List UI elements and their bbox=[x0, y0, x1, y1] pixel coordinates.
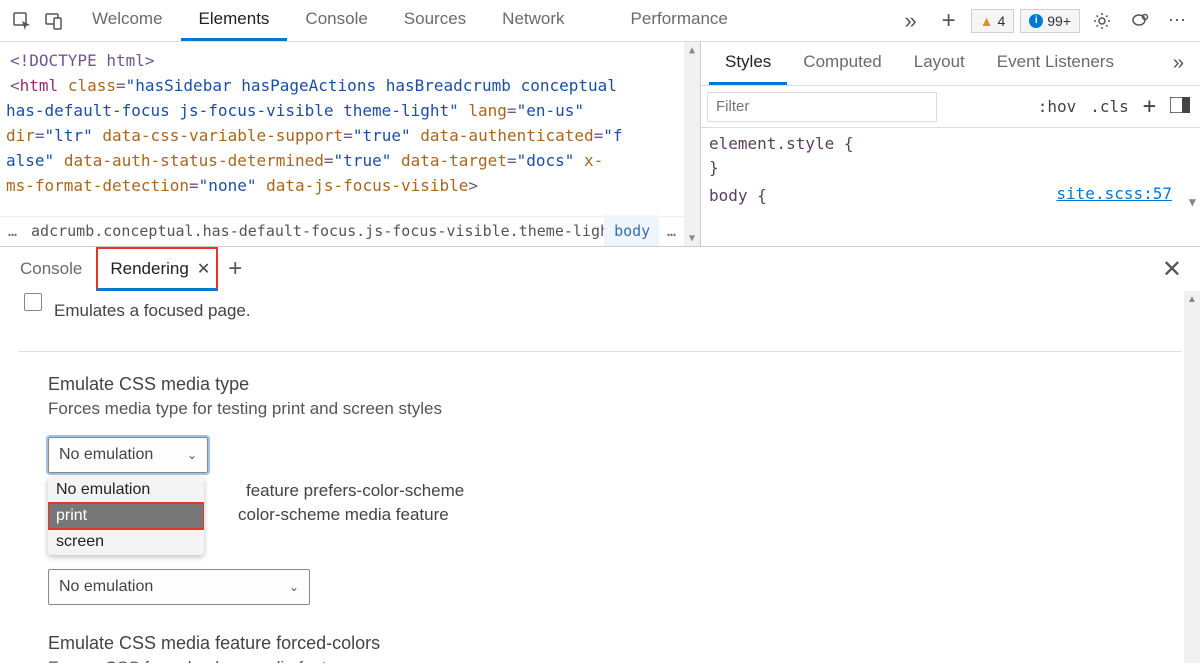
option-print[interactable]: print bbox=[48, 503, 204, 529]
option-no-emulation[interactable]: No emulation bbox=[48, 477, 204, 503]
cls-toggle[interactable]: .cls bbox=[1090, 97, 1129, 116]
main-tabs: Welcome Elements Console Sources Network… bbox=[74, 0, 746, 41]
drawer-tab-rendering[interactable]: Rendering ✕ bbox=[96, 247, 218, 291]
prefers-color-scheme-sub-fragment: color-scheme media feature bbox=[238, 505, 449, 525]
more-tabs-icon[interactable]: » bbox=[895, 5, 927, 37]
warning-count: 4 bbox=[997, 13, 1005, 29]
prefers-color-scheme-title-fragment: feature prefers-color-scheme bbox=[246, 481, 464, 501]
toggle-sidebar-icon[interactable] bbox=[1170, 97, 1190, 117]
chevron-down-icon: ⌄ bbox=[289, 580, 299, 594]
dom-breadcrumb[interactable]: … adcrumb.conceptual.has-default-focus.j… bbox=[0, 216, 684, 246]
tab-layout[interactable]: Layout bbox=[898, 42, 981, 85]
inspect-icon[interactable] bbox=[6, 5, 38, 37]
styles-pane: Styles Computed Layout Event Listeners »… bbox=[700, 42, 1200, 246]
emulate-focus-checkbox[interactable] bbox=[24, 293, 42, 311]
drawer-add-tab-icon[interactable]: + bbox=[218, 255, 252, 283]
settings-icon[interactable] bbox=[1086, 5, 1118, 37]
drawer-tab-console[interactable]: Console bbox=[6, 247, 96, 291]
expand-icon[interactable]: ▼ bbox=[1189, 190, 1196, 214]
add-tab-icon[interactable]: + bbox=[933, 5, 965, 37]
breadcrumb-selected[interactable]: body bbox=[604, 215, 659, 246]
styles-filter-row: :hov .cls + bbox=[701, 86, 1200, 128]
doctype: <!DOCTYPE html> bbox=[10, 51, 155, 70]
media-type-select[interactable]: No emulation ⌄ bbox=[48, 437, 208, 473]
tab-elements[interactable]: Elements bbox=[181, 0, 288, 41]
more-icon[interactable]: ⋯ bbox=[1162, 5, 1194, 37]
rendering-panel: Emulates a focused page. Emulate CSS med… bbox=[0, 291, 1200, 663]
style-line: } bbox=[709, 156, 1192, 180]
warning-icon: ▲ bbox=[980, 13, 994, 29]
styles-tabs: Styles Computed Layout Event Listeners » bbox=[701, 42, 1200, 86]
forced-colors-subtitle: Forces CSS forced-colors media feature bbox=[18, 658, 1182, 663]
breadcrumb-path[interactable]: adcrumb.conceptual.has-default-focus.js-… bbox=[25, 219, 604, 244]
styles-more-icon[interactable]: » bbox=[1165, 52, 1192, 75]
scroll-up-icon[interactable]: ▲ bbox=[1184, 291, 1200, 307]
chevron-down-icon: ⌄ bbox=[187, 448, 197, 462]
media-type-subtitle: Forces media type for testing print and … bbox=[18, 399, 1182, 419]
tab-console[interactable]: Console bbox=[287, 0, 385, 41]
tab-styles[interactable]: Styles bbox=[709, 42, 787, 85]
drawer-close-icon[interactable]: ✕ bbox=[1162, 255, 1182, 284]
close-tab-icon[interactable]: ✕ bbox=[197, 259, 210, 279]
new-style-icon[interactable]: + bbox=[1143, 94, 1156, 119]
messages-count: 99+ bbox=[1047, 13, 1071, 29]
info-icon: i bbox=[1029, 14, 1043, 28]
styles-rules[interactable]: element.style { } body { site.scss:57 ▼ bbox=[701, 128, 1200, 212]
tab-computed[interactable]: Computed bbox=[787, 42, 897, 85]
forced-colors-title: Emulate CSS media feature forced-colors bbox=[18, 633, 1182, 654]
tab-sources[interactable]: Sources bbox=[386, 0, 484, 41]
scroll-down-icon[interactable]: ▼ bbox=[684, 230, 700, 246]
media-type-dropdown: No emulation print screen bbox=[48, 477, 204, 555]
tab-welcome[interactable]: Welcome bbox=[74, 0, 181, 41]
devtools-top-bar: Welcome Elements Console Sources Network… bbox=[0, 0, 1200, 42]
main-panels: <!DOCTYPE html> <html class="hasSidebar … bbox=[0, 42, 1200, 246]
hov-toggle[interactable]: :hov bbox=[1038, 97, 1077, 116]
styles-filter-input[interactable] bbox=[707, 92, 937, 122]
drawer-scrollbar[interactable]: ▲ bbox=[1184, 291, 1200, 663]
warnings-badge[interactable]: ▲ 4 bbox=[971, 9, 1015, 33]
top-right-controls: » + ▲ 4 i 99+ ⋯ bbox=[895, 5, 1194, 37]
source-link[interactable]: site.scss:57 bbox=[1056, 182, 1172, 206]
emulate-focus-row: Emulates a focused page. bbox=[18, 291, 1182, 323]
breadcrumb-ellipsis-2[interactable]: … bbox=[659, 219, 684, 244]
scroll-up-icon[interactable]: ▲ bbox=[684, 42, 700, 58]
tab-network[interactable]: Network bbox=[484, 0, 582, 41]
dom-scrollbar[interactable]: ▲ ▼ bbox=[684, 42, 700, 246]
prefers-color-scheme-select[interactable]: No emulation ⌄ bbox=[48, 569, 310, 605]
media-type-title: Emulate CSS media type bbox=[18, 351, 1182, 395]
tab-event-listeners[interactable]: Event Listeners bbox=[981, 42, 1130, 85]
drawer: Console Rendering ✕ + ✕ Emulates a focus… bbox=[0, 246, 1200, 663]
breadcrumb-ellipsis[interactable]: … bbox=[0, 219, 25, 244]
device-toggle-icon[interactable] bbox=[38, 5, 70, 37]
messages-badge[interactable]: i 99+ bbox=[1020, 9, 1080, 33]
tab-performance[interactable]: Performance bbox=[613, 0, 746, 41]
style-line: element.style { bbox=[709, 132, 1192, 156]
emulate-focus-desc: Emulates a focused page. bbox=[54, 291, 251, 321]
dom-tree[interactable]: <!DOCTYPE html> <html class="hasSidebar … bbox=[0, 42, 700, 246]
option-screen[interactable]: screen bbox=[48, 529, 204, 555]
drawer-tabs: Console Rendering ✕ + ✕ bbox=[0, 247, 1200, 291]
feedback-icon[interactable] bbox=[1124, 5, 1156, 37]
